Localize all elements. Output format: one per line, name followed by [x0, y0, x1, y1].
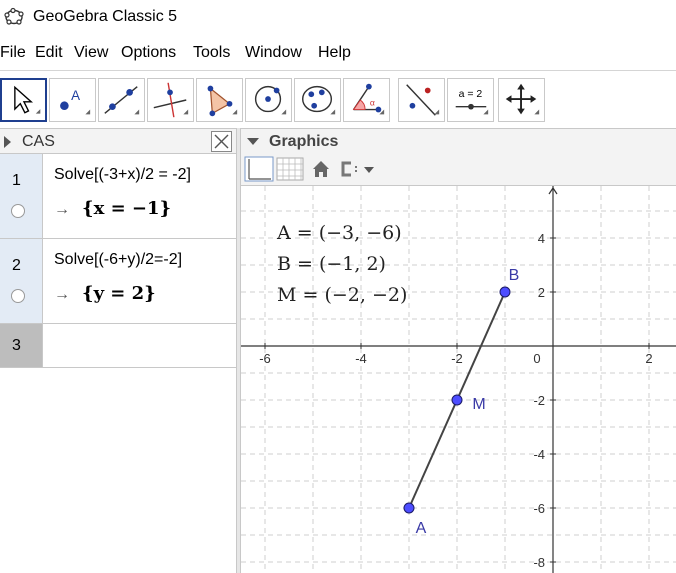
algebra-line-a: A = (−3, −6) [276, 222, 402, 244]
perpendicular-line-icon [153, 82, 189, 118]
angle-icon: α [352, 83, 385, 115]
point-a[interactable] [403, 502, 415, 514]
y-tick-label: -2 [533, 393, 545, 408]
y-tick-label: 2 [538, 285, 545, 300]
conic-tool-button[interactable] [294, 78, 341, 122]
line-tool-button[interactable] [98, 78, 145, 122]
slider-tool-button[interactable]: a = 2 [447, 78, 494, 122]
axes [241, 186, 676, 573]
menu-bar: File Edit View Options Tools Window Help [0, 40, 676, 66]
x-tick-label: -4 [355, 351, 367, 366]
point-m[interactable] [451, 394, 463, 406]
point-capturing-icon [341, 161, 374, 177]
cas-row-number: 1 [0, 154, 43, 238]
point-icon: A [60, 88, 91, 115]
algebra-line-b: B = (−1, 2) [277, 253, 386, 275]
menu-file[interactable]: File [0, 44, 26, 62]
line-through-points-icon [104, 86, 140, 115]
expand-triangle-icon[interactable] [4, 136, 11, 148]
cursor-arrow-icon [14, 85, 41, 114]
x-tick-label: -6 [259, 351, 271, 366]
menu-help[interactable]: Help [318, 44, 351, 62]
point-capturing-dropdown[interactable] [337, 156, 377, 182]
menu-tools[interactable]: Tools [193, 44, 230, 62]
slider-icon: a = 2 [455, 88, 489, 115]
close-cas-button[interactable] [211, 131, 232, 152]
x-tick-label: 0 [533, 351, 540, 366]
grid-lines [216, 156, 676, 573]
cas-output: → {y = 2} [54, 283, 156, 304]
polygon-icon [207, 85, 238, 117]
point-label-m: M [472, 396, 485, 413]
cas-row-number-label: 1 [12, 172, 21, 189]
cas-output: → {x = −1} [54, 198, 171, 219]
points: A B M [403, 267, 520, 537]
move-arrows-icon [505, 83, 540, 115]
perpendicular-tool-button[interactable] [147, 78, 194, 122]
visibility-toggle-radio[interactable] [11, 289, 25, 303]
standard-view-button[interactable] [309, 156, 333, 182]
y-tick-label: -8 [533, 555, 545, 570]
window-title: GeoGebra Classic 5 [33, 8, 178, 25]
show-axes-button[interactable] [244, 156, 274, 182]
circle-tool-button[interactable] [245, 78, 292, 122]
x-tick-label: 2 [645, 351, 652, 366]
algebra-text: A = (−3, −6) B = (−1, 2) M = (−2, −2) [276, 222, 407, 306]
y-tick-label: -4 [533, 447, 545, 462]
cas-row-number: 3 [0, 324, 43, 367]
cas-output-arrow: → [54, 286, 70, 303]
axes-icon [244, 156, 274, 182]
circle-center-icon [254, 85, 287, 115]
svg-text:α: α [370, 98, 375, 108]
point-label-b: B [509, 267, 520, 284]
cas-output-arrow: → [54, 201, 70, 218]
collapse-triangle-icon[interactable] [247, 138, 259, 145]
point-b[interactable] [499, 286, 511, 298]
show-grid-button[interactable] [275, 156, 305, 182]
menu-view[interactable]: View [74, 44, 108, 62]
cas-row-number-label: 3 [12, 337, 21, 354]
polygon-tool-button[interactable] [196, 78, 243, 122]
cas-input[interactable]: Solve[(-3+x)/2 = -2] [54, 166, 191, 184]
algebra-line-m: M = (−2, −2) [277, 284, 407, 306]
move-graphics-view-button[interactable] [498, 78, 545, 122]
cas-output-value: {x = −1} [82, 198, 172, 219]
cas-row-2[interactable]: 2 Solve[(-6+y)/2=-2] → {y = 2} [0, 239, 236, 324]
slider-tool-label: a = 2 [459, 88, 483, 100]
x-tick-label: -2 [451, 351, 463, 366]
cas-row-3[interactable]: 3 [0, 324, 236, 368]
reflect-tool-button[interactable] [398, 78, 445, 122]
angle-tool-button[interactable]: α [343, 78, 390, 122]
menu-window[interactable]: Window [245, 44, 302, 62]
graphics-style-bar [241, 154, 676, 186]
menu-edit[interactable]: Edit [35, 44, 63, 62]
graphics-panel-title: Graphics [269, 133, 339, 150]
move-tool-button[interactable] [0, 78, 47, 122]
cas-panel-header: CAS [0, 128, 236, 154]
graphics-panel-header: Graphics [241, 128, 676, 154]
y-tick-label: 4 [538, 231, 545, 246]
visibility-toggle-radio[interactable] [11, 204, 25, 218]
cas-row-1[interactable]: 1 Solve[(-3+x)/2 = -2] → {x = −1} [0, 154, 236, 239]
cas-row-number: 2 [0, 239, 43, 323]
point-label-a: A [416, 520, 427, 537]
geogebra-logo-icon [4, 7, 24, 25]
svg-text:A: A [71, 88, 80, 103]
cas-panel-title: CAS [22, 133, 55, 150]
cas-row-number-label: 2 [12, 257, 21, 274]
grid-icon [276, 157, 304, 181]
cas-output-value: {y = 2} [82, 283, 156, 304]
reflect-line-icon [406, 84, 440, 116]
y-tick-label: -6 [533, 501, 545, 516]
cas-input[interactable]: Solve[(-6+y)/2=-2] [54, 251, 182, 269]
point-tool-button[interactable]: A [49, 78, 96, 122]
menu-options[interactable]: Options [121, 44, 176, 62]
graphics-plot[interactable]: -6 -4 -2 0 2 4 2 -2 -4 -6 -8 A B M A = (−3, −6) B = … [216, 156, 676, 573]
toolbar: A α a = 2 [0, 70, 676, 126]
graphics-canvas[interactable]: -6 -4 -2 0 2 4 2 -2 -4 -6 -8 A B M A = (−3, −6) B = … [216, 156, 676, 573]
title-bar: GeoGebra Classic 5 [0, 0, 676, 36]
close-icon [214, 134, 229, 149]
home-icon [313, 161, 329, 177]
ellipse-icon [301, 85, 336, 115]
